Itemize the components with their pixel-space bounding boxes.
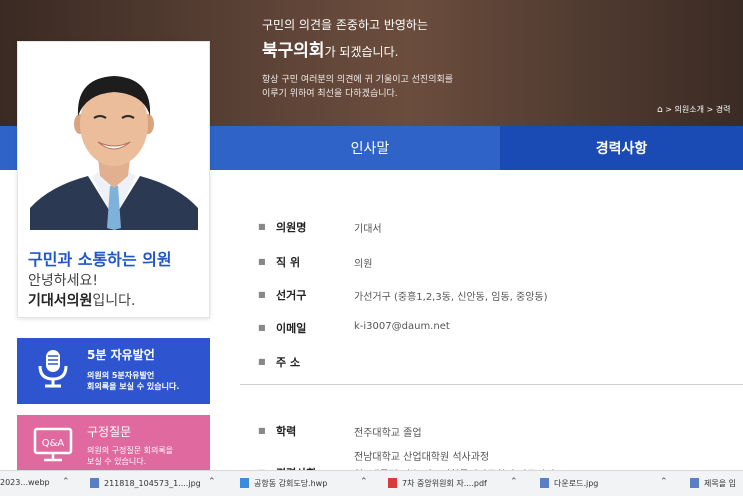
info-label: 직 위 xyxy=(276,256,301,269)
info-label: 의원명 xyxy=(276,221,307,234)
bullet: ■ xyxy=(258,290,266,299)
info-label: 선거구 xyxy=(276,289,307,302)
section-divider xyxy=(240,384,743,385)
qa-monitor-icon: Q&A xyxy=(33,427,73,462)
hwp-file-icon xyxy=(240,478,249,488)
chevron-up-icon[interactable]: ⌃ xyxy=(660,477,668,487)
bullet: ■ xyxy=(258,222,266,231)
info-label: 이메일 xyxy=(276,322,307,335)
free-speech-desc: 의원의 5분자유발언 회의록을 보실 수 있습니다. xyxy=(87,370,179,392)
bullet: ■ xyxy=(258,357,266,366)
chevron-up-icon[interactable]: ⌃ xyxy=(62,477,70,487)
free-speech-title: 5분 자유발언 xyxy=(87,348,155,362)
chevron-up-icon[interactable]: ⌃ xyxy=(208,477,216,487)
download-item[interactable]: 211818_104573_1....jpg ⌃ xyxy=(90,477,216,492)
info-label: 주 소 xyxy=(276,356,301,369)
download-item[interactable]: 2023...webp ⌃ xyxy=(0,477,70,492)
education-value-2: 전남대학교 산업대학원 석사과정 xyxy=(354,452,490,463)
breadcrumb: ⌂ > 의원소개 > 경력 xyxy=(657,104,730,115)
profile-greeting: 안녕하세요! xyxy=(28,273,99,289)
district-question-button[interactable]: Q&A 구정질문 의원의 구정질문 회의록을 보실 수 있습니다. xyxy=(17,415,210,470)
district-question-desc-line2: 보실 수 있습니다. xyxy=(87,457,147,466)
download-item[interactable]: 다운로드.jpg ⌃ xyxy=(540,477,668,492)
info-value: 가선거구 (중흥1,2,3동, 신안동, 임동, 중앙동) xyxy=(354,292,548,303)
download-filename: 공항동 감회도당.hwp xyxy=(254,479,328,488)
info-value: 기대서 xyxy=(354,224,382,235)
banner-slogan-line1: 구민의 의견을 존중하고 반영하는 xyxy=(262,18,429,32)
banner-description-line1: 항상 구민 여러분의 의견에 귀 기울이고 선진의회를 xyxy=(262,75,454,85)
bullet: ■ xyxy=(258,426,266,435)
chevron-up-icon[interactable]: ⌃ xyxy=(510,477,518,487)
home-icon[interactable]: ⌂ xyxy=(657,105,663,115)
banner-slogan-rest: 가 되겠습니다. xyxy=(324,45,399,59)
banner-slogan-line2: 북구의회가 되겠습니다. xyxy=(262,36,398,61)
councilor-portrait-image xyxy=(30,76,198,230)
tab-greeting[interactable]: 인사말 xyxy=(240,126,500,170)
profile-headline: 구민과 소통하는 의원 xyxy=(28,250,172,269)
download-filename: 제목을 입 xyxy=(704,479,736,488)
download-item[interactable]: 공항동 감회도당.hwp ⌃ xyxy=(240,477,368,492)
education-label: 학력 xyxy=(276,425,297,438)
district-question-title: 구정질문 xyxy=(87,425,132,439)
free-speech-button[interactable]: 5분 자유발언 의원의 5분자유발언 회의록을 보실 수 있습니다. xyxy=(17,338,210,404)
tab-career[interactable]: 경력사항 xyxy=(500,126,743,170)
bullet: ■ xyxy=(258,257,266,266)
download-filename: 다운로드.jpg xyxy=(554,479,599,488)
image-file-icon xyxy=(690,478,699,488)
download-bar: 2023...webp ⌃ 211818_104573_1....jpg ⌃ 공… xyxy=(0,470,743,496)
image-file-icon xyxy=(90,478,99,488)
download-filename: 2023...webp xyxy=(0,478,50,487)
profile-card: 구민과 소통하는 의원 안녕하세요! 기대서의원입니다. xyxy=(17,41,210,318)
download-item[interactable]: 7차 중앙위원회 자....pdf ⌃ xyxy=(388,477,518,492)
education-value-1: 전주대학교 졸업 xyxy=(354,428,422,439)
profile-name-line: 기대서의원입니다. xyxy=(28,290,136,310)
breadcrumb-path[interactable]: > 의원소개 > 경력 xyxy=(665,105,730,114)
banner-council-name: 북구의회 xyxy=(262,41,325,61)
profile-name-suffix: 입니다. xyxy=(92,293,136,309)
profile-name: 기대서의원 xyxy=(28,293,93,309)
microphone-icon xyxy=(38,350,68,388)
bullet: ■ xyxy=(258,323,266,332)
chevron-up-icon[interactable]: ⌃ xyxy=(360,477,368,487)
image-file-icon xyxy=(540,478,549,488)
banner-description-line2: 이루기 위하여 최선을 다하겠습니다. xyxy=(262,89,398,99)
info-value[interactable]: k-i3007@daum.net xyxy=(354,321,450,332)
download-filename: 7차 중앙위원회 자....pdf xyxy=(402,479,487,488)
download-filename: 211818_104573_1....jpg xyxy=(104,479,201,488)
free-speech-desc-line2: 회의록을 보실 수 있습니다. xyxy=(87,382,180,391)
councilor-photo xyxy=(30,58,198,230)
svg-text:Q&A: Q&A xyxy=(42,438,65,449)
download-item[interactable]: 제목을 입 xyxy=(690,478,736,492)
pdf-file-icon xyxy=(388,478,397,488)
free-speech-desc-line1: 의원의 5분자유발언 xyxy=(87,371,155,380)
district-question-desc-line1: 의원의 구정질문 회의록을 xyxy=(87,446,174,455)
info-value: 의원 xyxy=(354,259,373,270)
district-question-desc: 의원의 구정질문 회의록을 보실 수 있습니다. xyxy=(87,445,173,467)
